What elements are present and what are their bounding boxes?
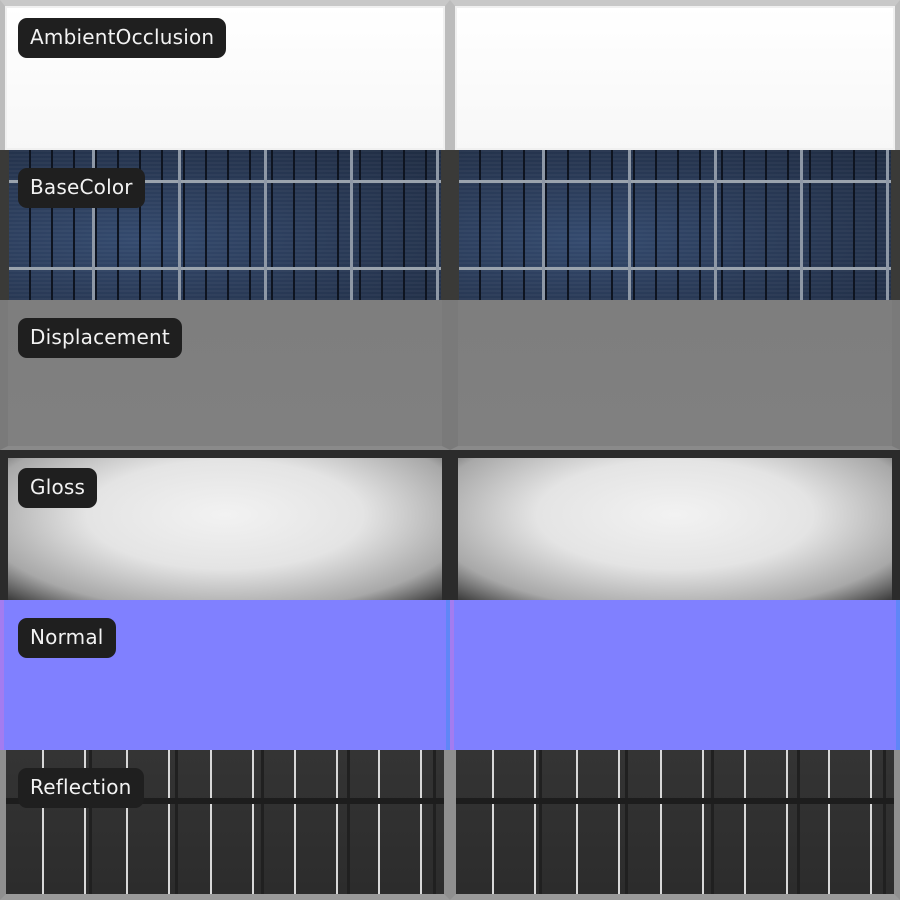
texture-map-sheet: AmbientOcclusion BaseColor Displacement … [0,0,900,900]
gloss-tile-right [450,450,900,600]
displacement-tile-right [450,300,900,450]
displacement-strip: Displacement [0,300,900,450]
ambient-occlusion-label: AmbientOcclusion [18,18,227,58]
gloss-label: Gloss [18,468,98,508]
reflection-tile-right [450,750,900,900]
normal-label: Normal [18,618,116,658]
reflection-strip: Reflection [0,750,900,900]
base-color-label: BaseColor [18,168,145,208]
base-color-tile-right [450,150,900,300]
displacement-label: Displacement [18,318,182,358]
ambient-occlusion-strip: AmbientOcclusion [0,0,900,150]
gloss-strip: Gloss [0,450,900,600]
normal-strip: Normal [0,600,900,750]
normal-tile-right [450,600,900,750]
reflection-label: Reflection [18,768,144,808]
ambient-occlusion-tile-right [450,0,900,150]
base-color-strip: BaseColor [0,150,900,300]
